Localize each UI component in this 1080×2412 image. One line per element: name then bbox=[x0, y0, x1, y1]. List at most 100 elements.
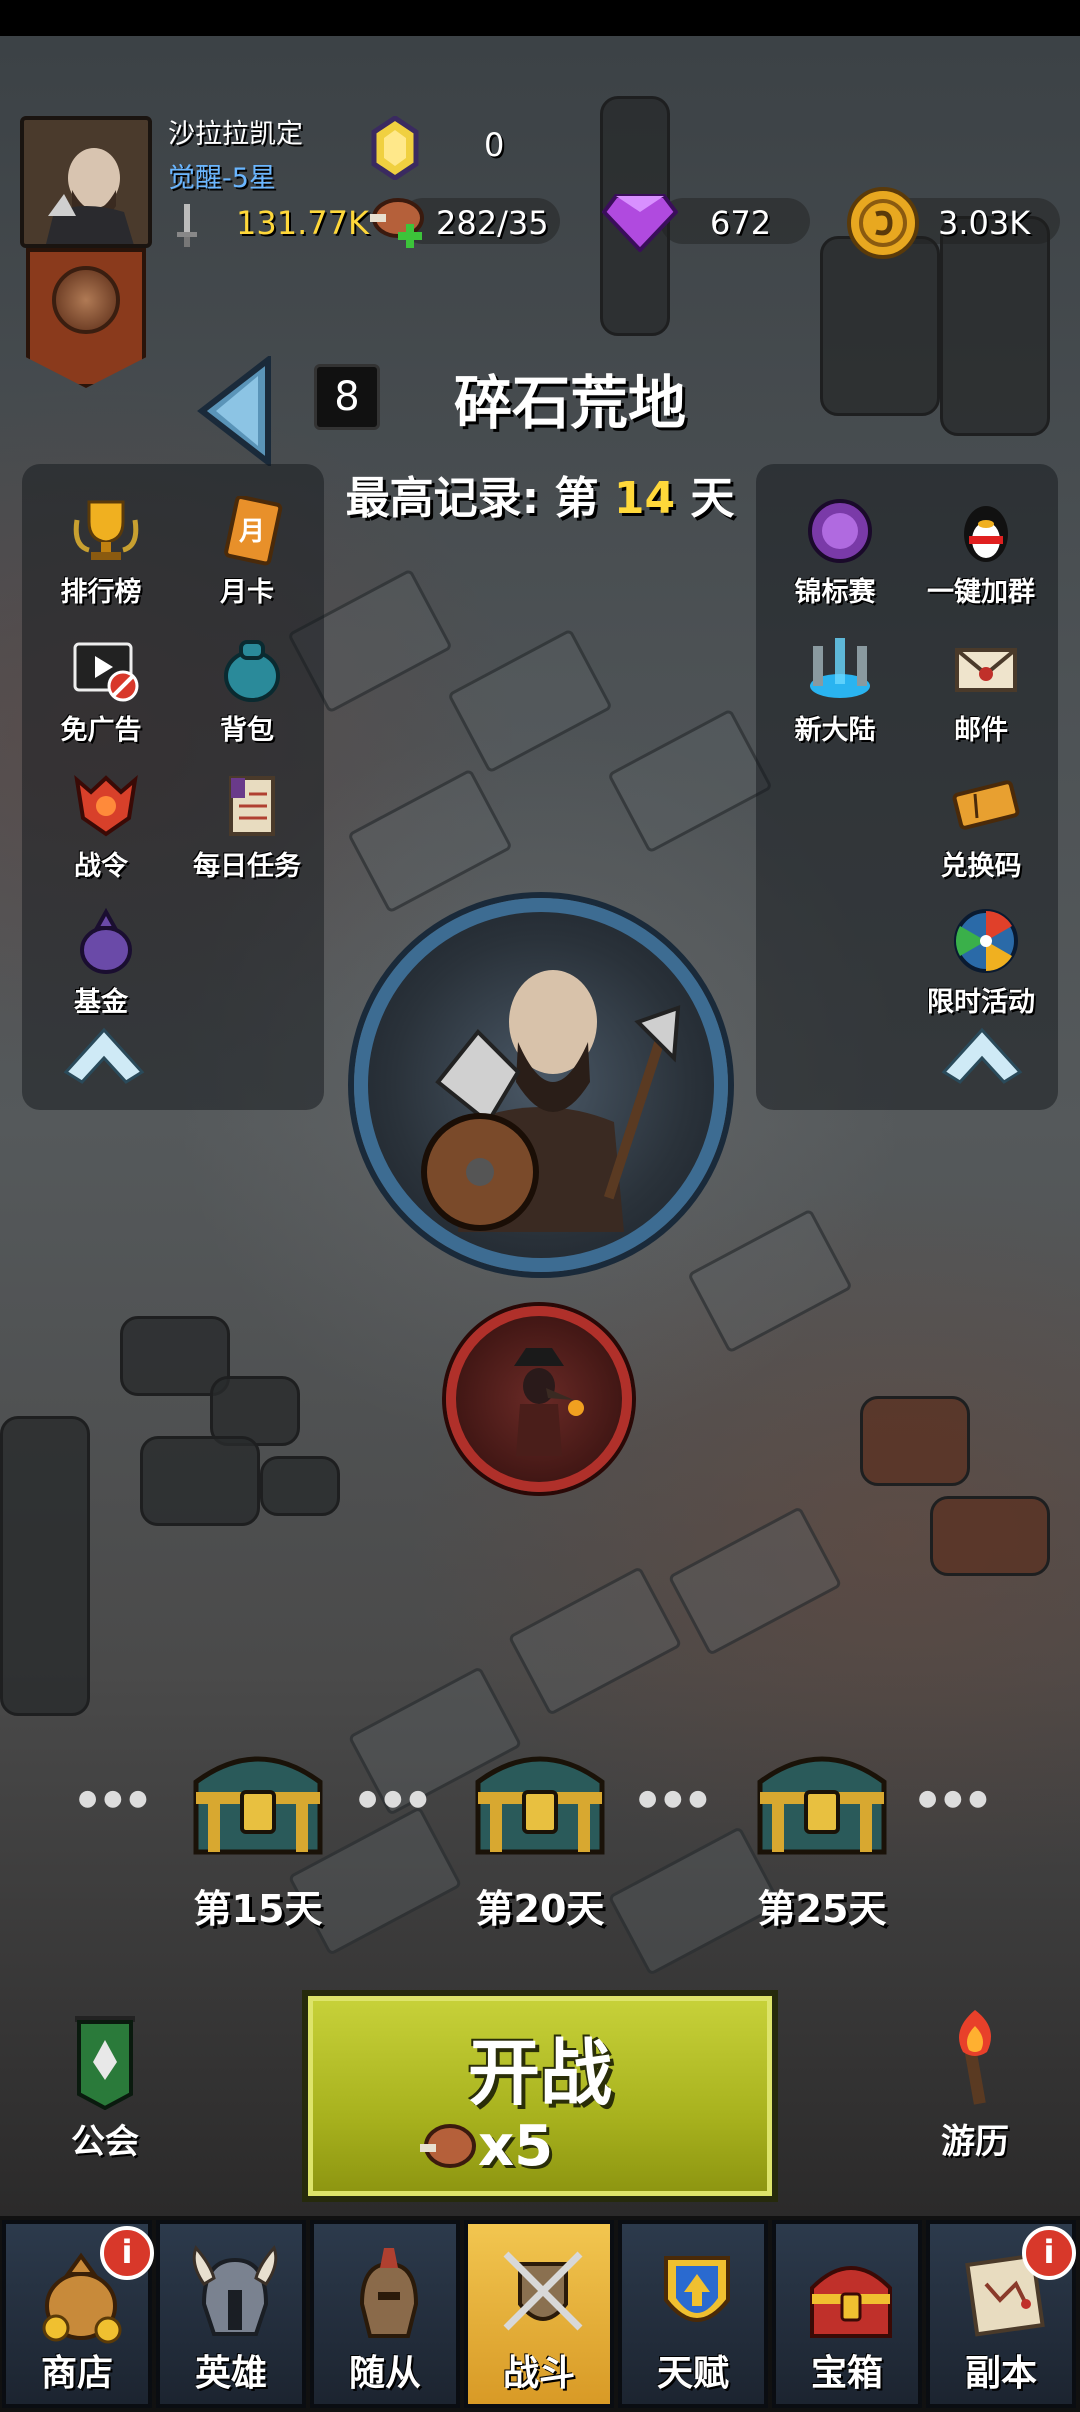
guild-banner-icon bbox=[75, 2016, 135, 2111]
event-wheel-icon bbox=[954, 909, 1018, 973]
meat-add-icon[interactable] bbox=[364, 192, 428, 252]
menu-battle-pass[interactable]: 战令 bbox=[26, 770, 176, 900]
diamond-value: 672 bbox=[710, 204, 772, 242]
progress-dots: ●●● bbox=[918, 1786, 994, 1811]
player-avatar[interactable] bbox=[20, 116, 152, 248]
stamina-value: 282/35 bbox=[436, 204, 549, 242]
svg-text:月: 月 bbox=[238, 517, 265, 547]
right-collapse-arrow[interactable] bbox=[940, 1026, 1024, 1086]
travel-button[interactable]: 游历 bbox=[910, 2004, 1040, 2163]
menu-label: 战令 bbox=[74, 851, 128, 882]
stage-name: 碎石荒地 bbox=[453, 369, 686, 437]
menu-new-continent[interactable]: 新大陆 bbox=[760, 634, 910, 764]
menu-label: 新大陆 bbox=[794, 715, 876, 746]
rank-emblem-icon bbox=[52, 266, 120, 334]
menu-label: 限时活动 bbox=[927, 987, 1035, 1018]
progress-dots: ●●● bbox=[358, 1786, 434, 1811]
chest-icon bbox=[475, 1756, 605, 1855]
start-battle-button[interactable]: 开战 x5 bbox=[302, 1990, 778, 2202]
tournament-icon bbox=[808, 499, 872, 563]
record-day: 14 bbox=[613, 473, 676, 524]
sword-icon bbox=[172, 202, 202, 248]
menu-join-group[interactable]: 一键加群 bbox=[906, 496, 1056, 626]
menu-label: 兑换码 bbox=[940, 851, 1022, 882]
menu-limited-event[interactable]: 限时活动 bbox=[906, 906, 1056, 1036]
record-suffix: 天 bbox=[690, 473, 735, 524]
menu-label: 月卡 bbox=[220, 577, 274, 608]
menu-no-ads[interactable]: 免广告 bbox=[26, 634, 176, 764]
reward-chest-day15[interactable] bbox=[188, 1742, 328, 1858]
mail-icon bbox=[955, 648, 1017, 692]
menu-daily-quest[interactable]: 每日任务 bbox=[172, 770, 322, 900]
talent-shield-icon bbox=[664, 2256, 730, 2322]
shop-notification-badge: i bbox=[100, 2226, 154, 2280]
menu-label: 锦标赛 bbox=[794, 577, 876, 608]
nav-label: 天赋 bbox=[656, 2353, 729, 2394]
menu-label: 邮件 bbox=[954, 715, 1008, 746]
enemy-portrait[interactable] bbox=[446, 1306, 632, 1492]
menu-label: 一键加群 bbox=[927, 577, 1035, 608]
diamond-icon bbox=[601, 192, 679, 253]
chest-label-day25: 第25天 bbox=[757, 1887, 887, 1931]
menu-mail[interactable]: 邮件 bbox=[906, 634, 1056, 764]
menu-fund[interactable]: 基金 bbox=[26, 906, 176, 1036]
menu-label: 免广告 bbox=[60, 715, 142, 746]
menu-redeem-code[interactable]: 兑换码 bbox=[906, 770, 1056, 900]
left-collapse-arrow[interactable] bbox=[62, 1026, 146, 1086]
nav-heroes[interactable]: 英雄 bbox=[156, 2220, 306, 2408]
guild-button[interactable]: 公会 bbox=[40, 2010, 170, 2163]
gold-value: 3.03K bbox=[938, 204, 1031, 242]
fund-bag-icon bbox=[80, 907, 132, 974]
player-rank: 觉醒-5星 bbox=[168, 163, 276, 194]
crossed-swords-shield-icon bbox=[503, 2251, 583, 2331]
menu-label: 背包 bbox=[220, 715, 274, 746]
reward-chest-day25[interactable] bbox=[752, 1742, 892, 1858]
progress-dots: ●●● bbox=[638, 1786, 714, 1811]
status-bar bbox=[0, 0, 1080, 36]
battle-pass-icon bbox=[74, 774, 138, 837]
viking-hero-icon bbox=[421, 970, 681, 1232]
nav-battle[interactable]: 战斗 bbox=[464, 2220, 614, 2408]
prev-stage-arrow[interactable] bbox=[196, 353, 276, 469]
daily-quest-icon bbox=[229, 776, 275, 836]
player-name: 沙拉拉凯定 bbox=[168, 119, 303, 150]
nav-label: 宝箱 bbox=[810, 2353, 883, 2394]
torch-icon bbox=[959, 2010, 991, 2105]
stage-number: 8 bbox=[314, 364, 380, 430]
bottom-nav: 商店 i 英雄 随从 战斗 天赋 宝箱 副本 i bbox=[0, 2216, 1080, 2412]
guild-label: 公会 bbox=[71, 2122, 139, 2162]
meat-icon bbox=[420, 2124, 476, 2168]
menu-month-card[interactable]: 月 月卡 bbox=[172, 496, 322, 626]
trophy-icon bbox=[73, 500, 139, 560]
reward-chest-day20[interactable] bbox=[470, 1742, 610, 1858]
gold-coin-icon bbox=[846, 186, 920, 260]
nav-talent[interactable]: 天赋 bbox=[618, 2220, 768, 2408]
menu-label: 基金 bbox=[74, 987, 128, 1018]
menu-label: 排行榜 bbox=[60, 577, 142, 608]
battle-title: 开战 bbox=[467, 2031, 612, 2115]
chest-label-day20: 第20天 bbox=[475, 1887, 605, 1931]
backpack-icon bbox=[224, 640, 280, 702]
treasure-chest-icon bbox=[810, 2266, 892, 2338]
nav-followers[interactable]: 随从 bbox=[310, 2220, 460, 2408]
menu-leaderboard[interactable]: 排行榜 bbox=[26, 496, 176, 626]
record-prefix: 最高记录: 第 bbox=[345, 473, 599, 524]
nav-treasure[interactable]: 宝箱 bbox=[772, 2220, 922, 2408]
menu-label: 每日任务 bbox=[193, 851, 301, 882]
travel-label: 游历 bbox=[941, 2122, 1009, 2162]
menu-backpack[interactable]: 背包 bbox=[172, 634, 322, 764]
qq-penguin-icon bbox=[964, 506, 1008, 562]
nav-label: 副本 bbox=[964, 2353, 1037, 2394]
horned-helmet-icon bbox=[192, 2245, 278, 2336]
best-record: 最高记录: 第 14 天 bbox=[240, 462, 840, 526]
power-value: 131.77K bbox=[236, 204, 369, 242]
nav-label: 随从 bbox=[348, 2353, 421, 2394]
chest-label-day15: 第15天 bbox=[193, 1887, 323, 1931]
portal-icon bbox=[810, 638, 870, 698]
progress-dots: ●●● bbox=[78, 1786, 154, 1811]
chest-icon bbox=[757, 1756, 887, 1855]
hero-portrait[interactable] bbox=[354, 898, 728, 1272]
gem-count: 0 bbox=[484, 126, 505, 164]
menu-tournament[interactable]: 锦标赛 bbox=[760, 496, 910, 626]
no-ads-icon bbox=[73, 642, 139, 702]
